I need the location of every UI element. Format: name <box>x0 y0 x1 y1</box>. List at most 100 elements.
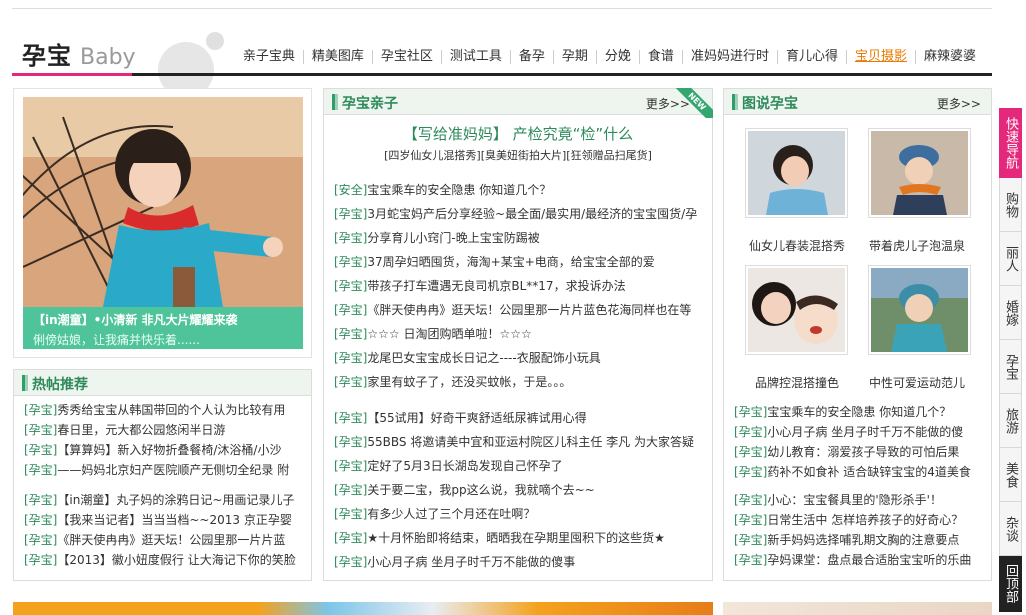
item-tag[interactable]: [孕宝] <box>734 553 767 567</box>
list-item[interactable]: [孕宝]——妈妈北京妇产医院顺产无侧切全纪录 附 <box>24 460 309 480</box>
list-item[interactable]: [孕宝]37周孕妇晒囤货，海淘+某宝+电商，给宝宝全部的爱 <box>334 250 706 274</box>
parent-sublinks[interactable]: [四岁仙女儿混搭秀][臭美妞街拍大片][狂领赠品扫尾货] <box>324 147 712 163</box>
item-tag[interactable]: [安全] <box>334 183 367 197</box>
item-text[interactable]: 小心月子病 坐月子时千万不能做的傻 <box>767 425 963 439</box>
list-item[interactable]: [孕宝]春日里，元大都公园悠闲半日游 <box>24 420 309 440</box>
gallery-caption[interactable]: 带着虎儿子泡温泉 <box>857 237 977 254</box>
item-tag[interactable]: [孕宝] <box>334 483 367 497</box>
item-text[interactable]: 37周孕妇晒囤货，海淘+某宝+电商，给宝宝全部的爱 <box>367 255 654 269</box>
item-tag[interactable]: [孕宝] <box>334 207 367 221</box>
item-text[interactable]: ★十月怀胎即将结束，晒晒我在孕期里囤积下的这些货★ <box>367 531 665 545</box>
gallery-thumb[interactable] <box>868 128 971 218</box>
quick-nav-food[interactable]: 美食 <box>999 448 1022 502</box>
quick-nav-chat[interactable]: 杂谈 <box>999 502 1022 556</box>
list-item[interactable]: [孕宝]带孩子打车遭遇无良司机京BL**17，求投诉办法 <box>334 274 706 298</box>
list-item[interactable]: [孕宝]分享育儿小窍门-晚上宝宝防踢被 <box>334 226 706 250</box>
list-item[interactable]: [孕宝]【in潮童】丸子妈的涂鸦日记~用画记录儿子 <box>24 490 309 510</box>
list-item[interactable]: [孕宝]☆☆☆ 日淘团购晒单啦！☆☆☆ <box>334 322 706 346</box>
item-text[interactable]: ☆☆☆ 日淘团购晒单啦！☆☆☆ <box>367 327 531 341</box>
item-tag[interactable]: [孕宝] <box>24 533 57 547</box>
item-text[interactable]: 3月蛇宝妈产后分享经验~最全面/最实用/最经济的宝宝囤货/孕 <box>367 207 697 221</box>
item-tag[interactable]: [孕宝] <box>734 445 767 459</box>
list-item[interactable]: [孕宝]★十月怀胎即将结束，晒晒我在孕期里囤积下的这些货★ <box>334 526 706 550</box>
item-tag[interactable]: [孕宝] <box>334 555 367 569</box>
item-tag[interactable]: [孕宝] <box>734 465 767 479</box>
item-tag[interactable]: [孕宝] <box>734 405 767 419</box>
list-item[interactable]: [孕宝]新手妈妈选择哺乳期文胸的注意要点 <box>734 530 989 550</box>
item-tag[interactable]: [孕宝] <box>334 351 367 365</box>
list-item[interactable]: [孕宝]日常生活中 怎样培养孩子的好奇心？ <box>734 510 989 530</box>
item-text[interactable]: 小心：宝宝餐具里的'隐形杀手'！ <box>767 493 942 507</box>
item-tag[interactable]: [孕宝] <box>334 303 367 317</box>
item-tag[interactable]: [孕宝] <box>24 493 57 507</box>
channel-logo[interactable]: 孕宝 Baby <box>22 36 136 71</box>
list-item[interactable]: [孕宝]55BBS 将邀请美中宜和亚运村院区儿科主任 李凡 为大家答疑 <box>334 430 706 454</box>
list-item[interactable]: [孕宝]【我来当记者】当当当档~~2013 京正孕婴 <box>24 510 309 530</box>
nav-item-expecting[interactable]: 准妈妈进行时 <box>681 50 777 64</box>
list-item[interactable]: [孕宝]小心：宝宝餐具里的'隐形杀手'！ <box>734 490 989 510</box>
quick-nav-wedding[interactable]: 婚嫁 <box>999 286 1022 340</box>
item-tag[interactable]: [孕宝] <box>734 425 767 439</box>
item-text[interactable]: 小心月子病 坐月子时千万不能做的傻事 <box>367 555 575 569</box>
item-text[interactable]: 有多少人过了三个月还在吐啊？ <box>367 507 535 521</box>
item-text[interactable]: 宝宝乘车的安全隐患 你知道几个？ <box>767 405 951 419</box>
nav-item-mother-in-law[interactable]: 麻辣婆婆 <box>914 50 984 64</box>
list-item[interactable]: [孕宝]【55试用】好奇干爽舒适纸尿裤试用心得 <box>334 406 706 430</box>
nav-item-gallery[interactable]: 精美图库 <box>302 50 372 64</box>
nav-item-pregnancy[interactable]: 孕期 <box>552 50 596 64</box>
item-text[interactable]: 药补不如食补 适合缺锌宝宝的4道美食 <box>767 465 970 479</box>
nav-item-community[interactable]: 孕宝社区 <box>371 50 441 64</box>
item-text[interactable]: 《胖天使冉冉》逛天坛！公园里那一片片蓝 <box>57 533 285 547</box>
list-item[interactable]: [孕宝]龙尾巴女宝宝成长日记之----衣服配饰小玩具 <box>334 346 706 370</box>
item-tag[interactable]: [孕宝] <box>24 403 57 417</box>
item-tag[interactable]: [孕宝] <box>334 531 367 545</box>
gallery-thumb[interactable] <box>868 265 971 355</box>
item-text[interactable]: 带孩子打车遭遇无良司机京BL**17，求投诉办法 <box>367 279 625 293</box>
item-text[interactable]: 定好了5月3日长湖岛发现自己怀孕了 <box>367 459 562 473</box>
back-to-top-button[interactable]: 回顶部 <box>999 556 1022 612</box>
item-text[interactable]: 关于要二宝，我pp这么说，我就嘀个去~~ <box>367 483 594 497</box>
item-text[interactable]: 春日里，元大都公园悠闲半日游 <box>57 423 225 437</box>
gallery-thumb[interactable] <box>745 265 848 355</box>
item-tag[interactable]: [孕宝] <box>334 231 367 245</box>
item-text[interactable]: 《胖天使冉冉》逛天坛！公园里那一片片蓝色花海同样也在等 <box>367 303 691 317</box>
list-item[interactable]: [孕宝]孕妈课堂：盘点最合适胎宝宝听的乐曲 <box>734 550 989 570</box>
list-item[interactable]: [孕宝]家里有蚊子了，还没买蚊帐，于是。。。 <box>334 370 706 394</box>
item-text[interactable]: ——妈妈北京妇产医院顺产无侧切全纪录 附 <box>57 463 289 477</box>
gallery-thumb[interactable] <box>745 128 848 218</box>
list-item[interactable]: [孕宝]关于要二宝，我pp这么说，我就嘀个去~~ <box>334 478 706 502</box>
item-tag[interactable]: [孕宝] <box>334 411 367 425</box>
item-text[interactable]: 秀秀给宝宝从韩国带回的个人认为比较有用 <box>57 403 285 417</box>
item-tag[interactable]: [孕宝] <box>334 327 367 341</box>
quick-nav-beauty[interactable]: 丽人 <box>999 232 1022 286</box>
item-tag[interactable]: [孕宝] <box>24 553 57 567</box>
bottom-banner-left[interactable] <box>13 602 713 615</box>
item-tag[interactable]: [孕宝] <box>24 443 57 457</box>
item-text[interactable]: 【2013】徽小妞度假行 让大海记下你的笑脸 <box>57 553 295 567</box>
item-tag[interactable]: [孕宝] <box>334 255 367 269</box>
item-text[interactable]: 【55试用】好奇干爽舒适纸尿裤试用心得 <box>367 411 586 425</box>
list-item[interactable]: [孕宝]定好了5月3日长湖岛发现自己怀孕了 <box>334 454 706 478</box>
item-text[interactable]: 龙尾巴女宝宝成长日记之----衣服配饰小玩具 <box>367 351 600 365</box>
item-tag[interactable]: [孕宝] <box>734 533 767 547</box>
nav-item-guide[interactable]: 亲子宝典 <box>235 50 303 64</box>
nav-item-prepregnancy[interactable]: 备孕 <box>509 50 553 64</box>
list-item[interactable]: [孕宝]小心月子病 坐月子时千万不能做的傻事 <box>334 550 706 574</box>
item-tag[interactable]: [孕宝] <box>334 459 367 473</box>
item-tag[interactable]: [孕宝] <box>24 513 57 527</box>
item-text[interactable]: 分享育儿小窍门-晚上宝宝防踢被 <box>367 231 539 245</box>
hero-caption[interactable]: 【in潮童】•小清新 非凡大片耀耀来袭 俐傍姑娘，让我痛并快乐着...... <box>23 307 303 349</box>
gallery-more-link[interactable]: 更多>> <box>937 95 981 112</box>
list-item[interactable]: [孕宝]宝宝乘车的安全隐患 你知道几个？ <box>734 402 989 422</box>
gallery-caption[interactable]: 中性可爱运动范儿 <box>857 374 977 391</box>
item-text[interactable]: 孕妈课堂：盘点最合适胎宝宝听的乐曲 <box>767 553 971 567</box>
nav-item-tools[interactable]: 测试工具 <box>440 50 510 64</box>
list-item[interactable]: [孕宝]秀秀给宝宝从韩国带回的个人认为比较有用 <box>24 400 309 420</box>
item-tag[interactable]: [孕宝] <box>734 513 767 527</box>
item-text[interactable]: 【算算妈】新入好物折叠餐椅/沐浴桶/小沙 <box>57 443 281 457</box>
list-item[interactable]: [孕宝]3月蛇宝妈产后分享经验~最全面/最实用/最经济的宝宝囤货/孕 <box>334 202 706 226</box>
item-tag[interactable]: [孕宝] <box>334 507 367 521</box>
item-tag[interactable]: [孕宝] <box>334 435 367 449</box>
item-tag[interactable]: [孕宝] <box>734 493 767 507</box>
list-item[interactable]: [孕宝]有多少人过了三个月还在吐啊？ <box>334 502 706 526</box>
